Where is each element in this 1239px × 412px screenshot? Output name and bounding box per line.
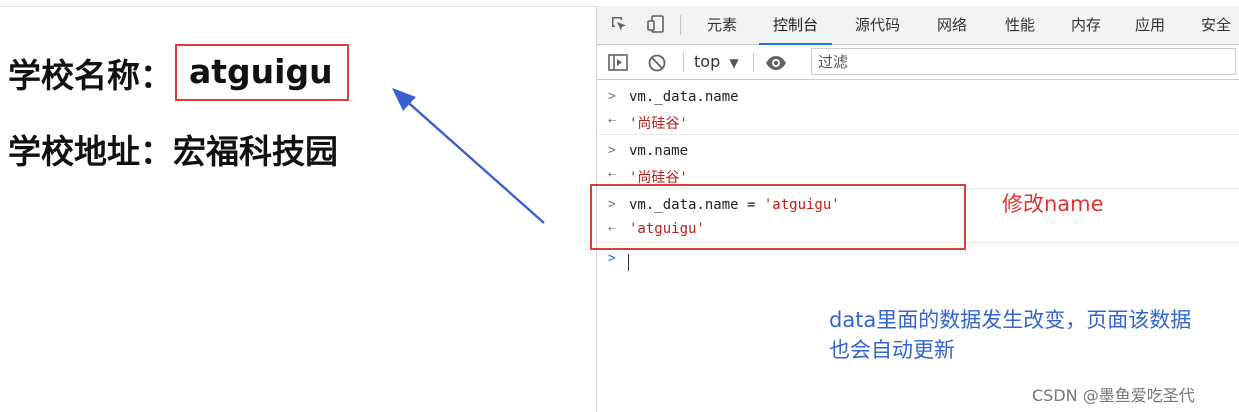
- tab-elements[interactable]: 元素: [707, 6, 737, 44]
- school-address-value: 宏福科技园: [173, 132, 338, 171]
- text-cursor: [628, 254, 629, 271]
- devtools-tab-bar: 元素 控制台 源代码 网络 性能 内存 应用 安全: [597, 6, 1239, 45]
- console-input-text: vm._data.name: [629, 89, 739, 105]
- school-name-row: 学校名称： atguigu: [8, 44, 349, 101]
- tab-memory[interactable]: 内存: [1071, 6, 1101, 44]
- tab-network[interactable]: 网络: [937, 6, 967, 44]
- console-prompt-line[interactable]: >: [597, 248, 1239, 272]
- toolbar-divider: [683, 52, 684, 72]
- console-highlight-box: [590, 184, 966, 250]
- toolbar-divider: [753, 52, 754, 72]
- tab-application[interactable]: 应用: [1135, 6, 1165, 44]
- tab-sources[interactable]: 源代码: [855, 6, 900, 44]
- chevron-right-icon: >: [608, 143, 616, 158]
- chevron-right-icon: >: [608, 89, 616, 104]
- school-name-highlight-box: atguigu: [175, 44, 349, 101]
- console-input-text: vm.name: [629, 143, 689, 159]
- page-top-border: [0, 6, 596, 7]
- console-filter-input[interactable]: [811, 48, 1236, 75]
- school-name-label: 学校名称：: [8, 55, 173, 95]
- context-value: top: [694, 52, 721, 71]
- school-name-value: atguigu: [189, 52, 333, 91]
- chevron-right-icon: >: [608, 251, 616, 266]
- modify-name-note: 修改name: [1002, 192, 1104, 216]
- console-output-text: '尚硅谷': [629, 116, 688, 132]
- explanation-line-1: data里面的数据发生改变，页面该数据: [829, 308, 1192, 332]
- device-toolbar-icon[interactable]: [645, 14, 667, 36]
- tab-console[interactable]: 控制台: [758, 6, 833, 45]
- explanation-note: data里面的数据发生改变，页面该数据 也会自动更新: [829, 305, 1191, 365]
- live-expression-eye-icon[interactable]: [764, 45, 788, 79]
- school-address-label: 学校地址：: [8, 132, 173, 171]
- console-input-line: > vm.name: [597, 140, 1239, 164]
- console-output-line: ⇠ '尚硅谷': [597, 110, 1239, 135]
- tab-divider: [680, 15, 681, 35]
- inspect-element-icon[interactable]: [608, 14, 630, 36]
- context-selector[interactable]: top ▼: [694, 45, 739, 79]
- csdn-watermark: CSDN @墨鱼爱吃圣代: [1032, 386, 1195, 405]
- tab-security[interactable]: 安全: [1201, 6, 1231, 44]
- tab-performance[interactable]: 性能: [1005, 6, 1035, 44]
- dropdown-arrow-icon: ▼: [729, 56, 739, 70]
- clear-console-icon[interactable]: [647, 45, 667, 79]
- annotation-arrow-icon: [392, 88, 545, 224]
- return-arrow-icon: ⇠: [608, 167, 616, 182]
- console-input-line: > vm._data.name: [597, 86, 1239, 110]
- school-address-row: 学校地址：宏福科技园: [8, 125, 338, 173]
- return-arrow-icon: ⇠: [608, 113, 616, 128]
- explanation-line-2: 也会自动更新: [829, 338, 955, 362]
- console-toolbar: top ▼: [597, 45, 1239, 80]
- sidebar-toggle-icon[interactable]: [607, 45, 629, 79]
